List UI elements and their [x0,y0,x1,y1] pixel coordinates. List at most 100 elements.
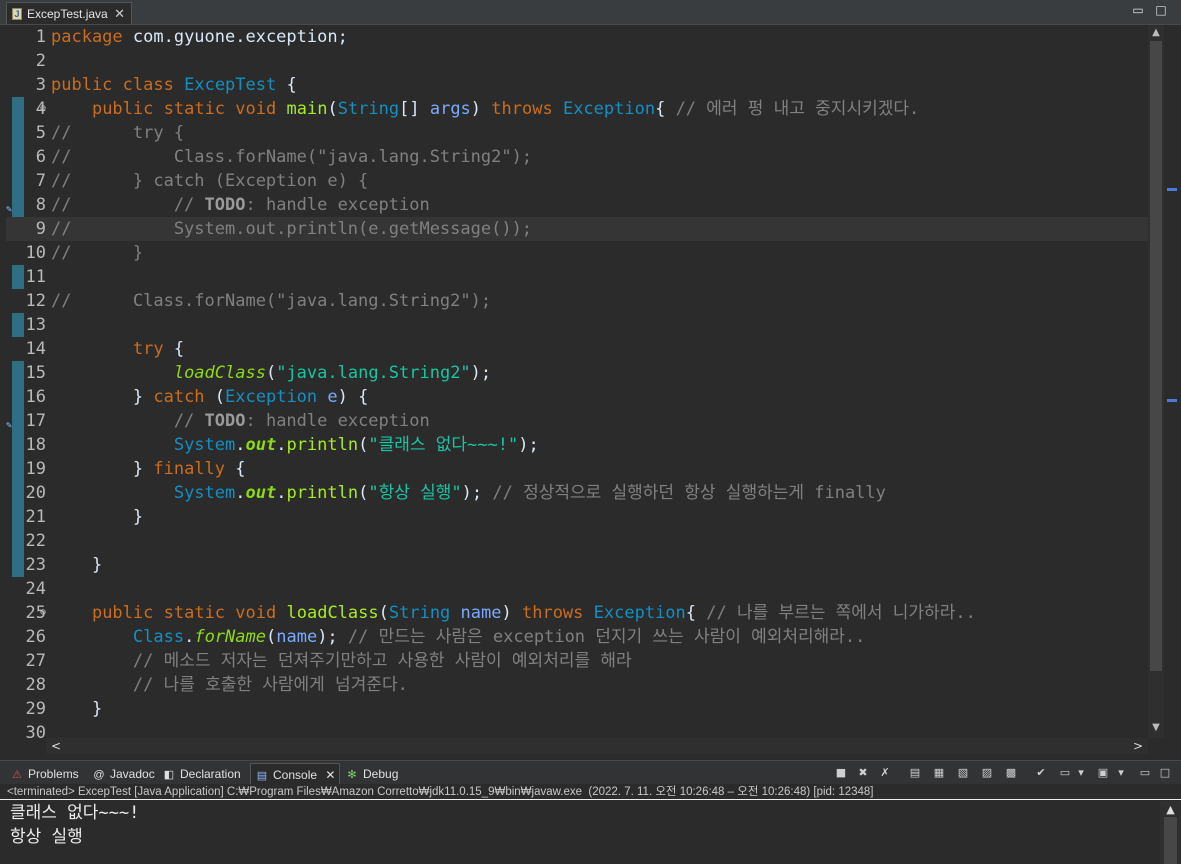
fold-collapse-icon[interactable]: ⊖ [40,97,46,121]
code-token: package [51,27,123,47]
code-line[interactable]: 3 public class ExcepTest { [6,73,1148,97]
scroll-down-icon[interactable]: ▼ [1148,722,1164,733]
code-line[interactable]: 5// try { [6,121,1148,145]
editor-tab-exceptest[interactable]: J ExcepTest.java ✕ [6,2,132,24]
tab-label: Debug [363,767,399,781]
minimize-icon[interactable]: ▭ [1131,3,1145,17]
open-console-icon[interactable]: ▣ [1095,765,1111,781]
clear-console-icon[interactable]: ▤ [907,765,923,781]
tab-javadoc[interactable]: @ Javadoc [92,763,154,785]
code-line[interactable]: 4 ⊖ public static void main(String[] args… [6,97,1148,121]
code-editor[interactable]: 1 package com.gyuone.exception; 2 3 public c… [6,25,1148,738]
line-number: 20 [25,483,46,503]
code-token: TODO [204,411,246,431]
code-line[interactable]: 25 ⊖ public static void loadClass(String … [6,601,1148,625]
task-marker[interactable] [1167,399,1177,402]
code-line[interactable]: ✎ 17 // TODO: handle exception [6,409,1148,433]
word-wrap-icon[interactable]: ▧ [955,765,971,781]
tab-declaration[interactable]: ◧ Declaration [162,763,241,785]
code-line[interactable]: 19 } finally { [6,457,1148,481]
terminate-icon[interactable]: ■ [833,765,849,781]
code-line[interactable]: 13 [6,313,1148,337]
code-line[interactable]: 27 // 메소드 저자는 던져주기만하고 사용한 사람이 예외처리를 해라 [6,649,1148,673]
scroll-thumb[interactable] [1164,817,1177,864]
code-line[interactable]: 29 } [6,697,1148,721]
code-token: throws [521,603,584,623]
code-text: } finally { [51,457,246,481]
code-line[interactable]: 14 try { [6,337,1148,361]
chevron-down-icon[interactable]: ▾ [1113,765,1129,781]
code-line[interactable]: 22 [6,529,1148,553]
code-line[interactable]: 26 Class.forName(name); // 만드는 사람은 excep… [6,625,1148,649]
chevron-down-icon[interactable]: ▾ [1073,765,1089,781]
code-line[interactable]: 7// } catch (Exception e) { [6,169,1148,193]
code-token: . [276,483,287,503]
fold-collapse-icon[interactable]: ⊖ [40,601,46,625]
scroll-right-icon[interactable]: > [1130,738,1146,754]
code-line[interactable]: 15 loadClass("java.lang.String2"); [6,361,1148,385]
scroll-left-icon[interactable]: < [48,738,64,754]
maximize-panel-icon[interactable]: □ [1157,765,1173,781]
show-on-stdout-icon[interactable]: ▨ [979,765,995,781]
code-token: } [51,387,154,407]
remove-all-terminated-icon[interactable]: ✗ [877,765,893,781]
overview-ruler[interactable] [1164,25,1181,738]
code-token: loadClass [286,603,379,623]
code-token: { [276,75,297,95]
console-scrollbar[interactable]: ▲ [1160,801,1181,864]
scroll-thumb[interactable] [1150,41,1162,671]
tab-debug[interactable]: ✻ Debug [345,763,398,785]
code-line[interactable]: 28 // 나를 호출한 사람에게 넘겨준다. [6,673,1148,697]
code-token: finally [153,459,226,479]
tab-console[interactable]: ▤ Console ✕ [250,763,341,785]
code-line[interactable]: 12// Class.forName("java.lang.String2"); [6,289,1148,313]
code-token: // 나를 부르는 쪽에서 니가하라.. [706,603,976,623]
code-line[interactable]: ✎ 8// // TODO: handle exception [6,193,1148,217]
code-token: // 만드는 사람은 exception 던지기 쓰는 사람이 예외처리해라.. [347,627,866,647]
code-token: loadClass [173,363,266,383]
show-on-stderr-icon[interactable]: ▩ [1003,765,1019,781]
task-marker[interactable] [1167,188,1177,191]
code-line[interactable]: 1 package com.gyuone.exception; [6,25,1148,49]
close-tab-icon[interactable]: ✕ [114,3,125,25]
code-text: } catch (Exception e) { [51,385,369,409]
code-text: } [51,553,102,577]
code-token: catch [153,387,205,407]
code-line[interactable]: 21 } [6,505,1148,529]
line-number: 21 [25,507,46,527]
code-token: // Class.forName("java.lang.String2"); [51,291,492,311]
code-line[interactable]: 24 [6,577,1148,601]
scroll-up-icon[interactable]: ▲ [1148,27,1164,38]
code-line[interactable]: 20 System.out.println("항상 실행"); // 정상적으로… [6,481,1148,505]
editor-vertical-scrollbar[interactable]: ▲ ▼ [1148,25,1164,738]
code-line[interactable]: 16 } catch (Exception e) { [6,385,1148,409]
scroll-lock-icon[interactable]: ▦ [931,765,947,781]
code-line[interactable]: 23 } [6,553,1148,577]
close-console-icon[interactable]: ✕ [325,768,335,782]
code-line[interactable]: 9// System.out.println(e.getMessage()); [6,217,1148,241]
console-output[interactable]: 클래스 없다~~~! 항상 실행 [0,801,1160,864]
scroll-up-icon[interactable]: ▲ [1160,803,1181,816]
tab-problems[interactable]: ⚠ Problems [10,763,79,785]
code-line[interactable]: 2 [6,49,1148,73]
editor-horizontal-scrollbar[interactable]: < > [46,738,1148,754]
code-token: out [245,435,277,455]
maximize-icon[interactable]: □ [1154,3,1168,17]
remove-launch-icon[interactable]: ✖ [855,765,871,781]
display-console-icon[interactable]: ▭ [1057,765,1073,781]
code-token: . [184,627,195,647]
code-token: ( [378,603,389,623]
code-line[interactable]: 18 System.out.println("클래스 없다~~~!"); [6,433,1148,457]
pin-console-icon[interactable]: ✔ [1033,765,1049,781]
code-line[interactable]: 10// } [6,241,1148,265]
code-line[interactable]: 30 [6,721,1148,738]
code-line[interactable]: 11 [6,265,1148,289]
code-token: ) [501,603,522,623]
minimize-panel-icon[interactable]: ▭ [1137,765,1153,781]
code-line[interactable]: 6// Class.forName("java.lang.String2"); [6,145,1148,169]
